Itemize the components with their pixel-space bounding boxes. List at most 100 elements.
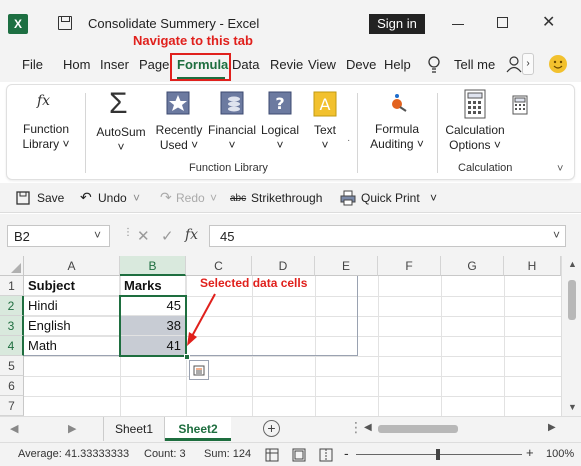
- cell-b2[interactable]: 45: [120, 296, 186, 316]
- formula-auditing-button[interactable]: Formula Auditing ˅: [365, 122, 429, 152]
- undo-icon[interactable]: ↶: [80, 189, 92, 206]
- select-all-corner[interactable]: [0, 256, 24, 276]
- recently-used-icon[interactable]: [166, 91, 190, 115]
- sign-in-button[interactable]: Sign in: [369, 14, 425, 34]
- calculation-options-icon[interactable]: [464, 89, 486, 119]
- cancel-entry-icon[interactable]: ✕: [137, 227, 150, 245]
- zoom-level[interactable]: 100%: [546, 448, 574, 460]
- column-header-a[interactable]: A: [24, 256, 120, 276]
- sheet-scroll-right-icon[interactable]: ▶: [68, 422, 76, 435]
- financial-icon[interactable]: [220, 91, 244, 115]
- column-header-e[interactable]: E: [315, 256, 378, 276]
- logical-icon[interactable]: ?: [268, 91, 292, 115]
- tab-home[interactable]: Hom: [63, 57, 90, 72]
- function-library-button[interactable]: Function Library ˅: [17, 122, 75, 152]
- row-header-2[interactable]: 2: [0, 296, 24, 316]
- insert-function-fx-icon[interactable]: fx: [185, 227, 198, 243]
- row-header-5[interactable]: 5: [0, 356, 24, 376]
- undo-button[interactable]: Undo: [98, 191, 127, 205]
- smiley-feedback-icon[interactable]: [548, 54, 568, 74]
- column-header-g[interactable]: G: [441, 256, 504, 276]
- tab-data[interactable]: Data: [232, 57, 259, 72]
- column-header-c[interactable]: C: [186, 256, 252, 276]
- tell-me-search[interactable]: Tell me: [454, 57, 495, 72]
- calculate-now-icon[interactable]: [512, 95, 528, 115]
- tab-help[interactable]: Help: [384, 57, 411, 72]
- tab-file[interactable]: File: [22, 57, 43, 72]
- tab-review[interactable]: Revie: [270, 57, 303, 72]
- qat-save-button[interactable]: Save: [37, 191, 64, 205]
- financial-button[interactable]: Financial ˅: [204, 123, 260, 153]
- recently-used-button[interactable]: Recently Used ˅: [153, 123, 205, 153]
- row-header-6[interactable]: 6: [0, 376, 24, 396]
- cell-a3[interactable]: English: [24, 316, 120, 336]
- column-header-b[interactable]: B: [120, 256, 186, 276]
- page-layout-view-icon[interactable]: [292, 448, 306, 462]
- tab-view[interactable]: View: [308, 57, 336, 72]
- name-box-dropdown-icon[interactable]: ˅: [94, 228, 101, 242]
- column-header-h[interactable]: H: [504, 256, 561, 276]
- zoom-slider-thumb[interactable]: [436, 449, 440, 460]
- scroll-up-icon[interactable]: ▲: [568, 259, 577, 269]
- hscroll-right-icon[interactable]: ▶: [548, 422, 556, 433]
- collapse-ribbon-icon[interactable]: ˅: [557, 163, 563, 175]
- formula-input[interactable]: 45 ˅: [209, 225, 566, 247]
- autosum-icon[interactable]: Σ: [109, 87, 128, 121]
- text-function-icon[interactable]: A: [313, 91, 337, 117]
- row-header-4[interactable]: 4: [0, 336, 24, 356]
- maximize-icon[interactable]: [497, 17, 508, 28]
- undo-dropdown-icon[interactable]: ˅: [133, 191, 140, 205]
- text-function-button[interactable]: Text ˅: [307, 123, 343, 153]
- quick-print-button[interactable]: Quick Print: [361, 191, 420, 205]
- autosum-button[interactable]: AutoSum ˅: [95, 125, 147, 155]
- column-header-d[interactable]: D: [252, 256, 315, 276]
- more-functions-dot[interactable]: ·: [347, 135, 350, 146]
- calculation-options-button[interactable]: Calculation Options ˅: [440, 123, 510, 153]
- qat-customize-icon[interactable]: ˅: [430, 191, 437, 205]
- sheet-scroll-left-icon[interactable]: ◀: [10, 422, 18, 435]
- quick-print-icon[interactable]: [340, 190, 356, 206]
- qat-save-icon[interactable]: [16, 191, 30, 205]
- cell-b1[interactable]: Marks: [120, 276, 186, 296]
- row-header-1[interactable]: 1: [0, 276, 24, 296]
- quick-analysis-button[interactable]: [189, 360, 209, 380]
- horizontal-scrollbar[interactable]: ◀ ▶: [364, 421, 560, 437]
- zoom-in-button[interactable]: +: [526, 445, 534, 460]
- tab-insert[interactable]: Inser: [100, 57, 129, 72]
- sheet-tab-sheet1[interactable]: Sheet1: [103, 417, 165, 441]
- close-icon[interactable]: ✕: [542, 14, 555, 32]
- formula-bar-grip-icon[interactable]: ⋮: [123, 228, 133, 238]
- enter-entry-icon[interactable]: ✓: [161, 227, 174, 245]
- strikethrough-icon[interactable]: abc: [230, 193, 246, 204]
- add-sheet-button[interactable]: +: [263, 420, 280, 437]
- formula-auditing-icon[interactable]: [388, 91, 410, 113]
- row-header-7[interactable]: 7: [0, 396, 24, 416]
- cell-b4[interactable]: 41: [120, 336, 186, 356]
- logical-button[interactable]: Logical ˅: [257, 123, 303, 153]
- tab-developer[interactable]: Deve: [346, 57, 376, 72]
- scroll-down-icon[interactable]: ▼: [568, 402, 577, 412]
- save-icon[interactable]: [58, 16, 72, 30]
- normal-view-icon[interactable]: [265, 448, 279, 462]
- name-box[interactable]: B2 ˅: [7, 225, 110, 247]
- vertical-scroll-thumb[interactable]: [568, 280, 576, 320]
- tab-split-grip-icon[interactable]: ⋮: [349, 419, 363, 436]
- column-header-f[interactable]: F: [378, 256, 441, 276]
- cell-a2[interactable]: Hindi: [24, 296, 120, 316]
- vertical-scrollbar[interactable]: ▲ ▼: [561, 256, 581, 416]
- ribbon-scroll-right-icon[interactable]: ›: [522, 53, 534, 75]
- insert-function-icon[interactable]: fx: [37, 93, 50, 109]
- sheet-tab-sheet2[interactable]: Sheet2: [165, 417, 231, 441]
- row-header-3[interactable]: 3: [0, 316, 24, 336]
- hscroll-left-icon[interactable]: ◀: [364, 422, 372, 433]
- page-break-preview-icon[interactable]: [319, 448, 333, 462]
- cell-b3[interactable]: 38: [120, 316, 186, 336]
- tab-page-layout[interactable]: Page: [139, 57, 169, 72]
- cell-a1[interactable]: Subject: [24, 276, 120, 296]
- expand-formula-bar-icon[interactable]: ˅: [553, 228, 560, 242]
- cell-a4[interactable]: Math: [24, 336, 120, 356]
- zoom-out-button[interactable]: -: [344, 445, 349, 461]
- horizontal-scroll-thumb[interactable]: [378, 425, 458, 433]
- strikethrough-button[interactable]: Strikethrough: [251, 191, 322, 205]
- minimize-icon[interactable]: [452, 24, 464, 25]
